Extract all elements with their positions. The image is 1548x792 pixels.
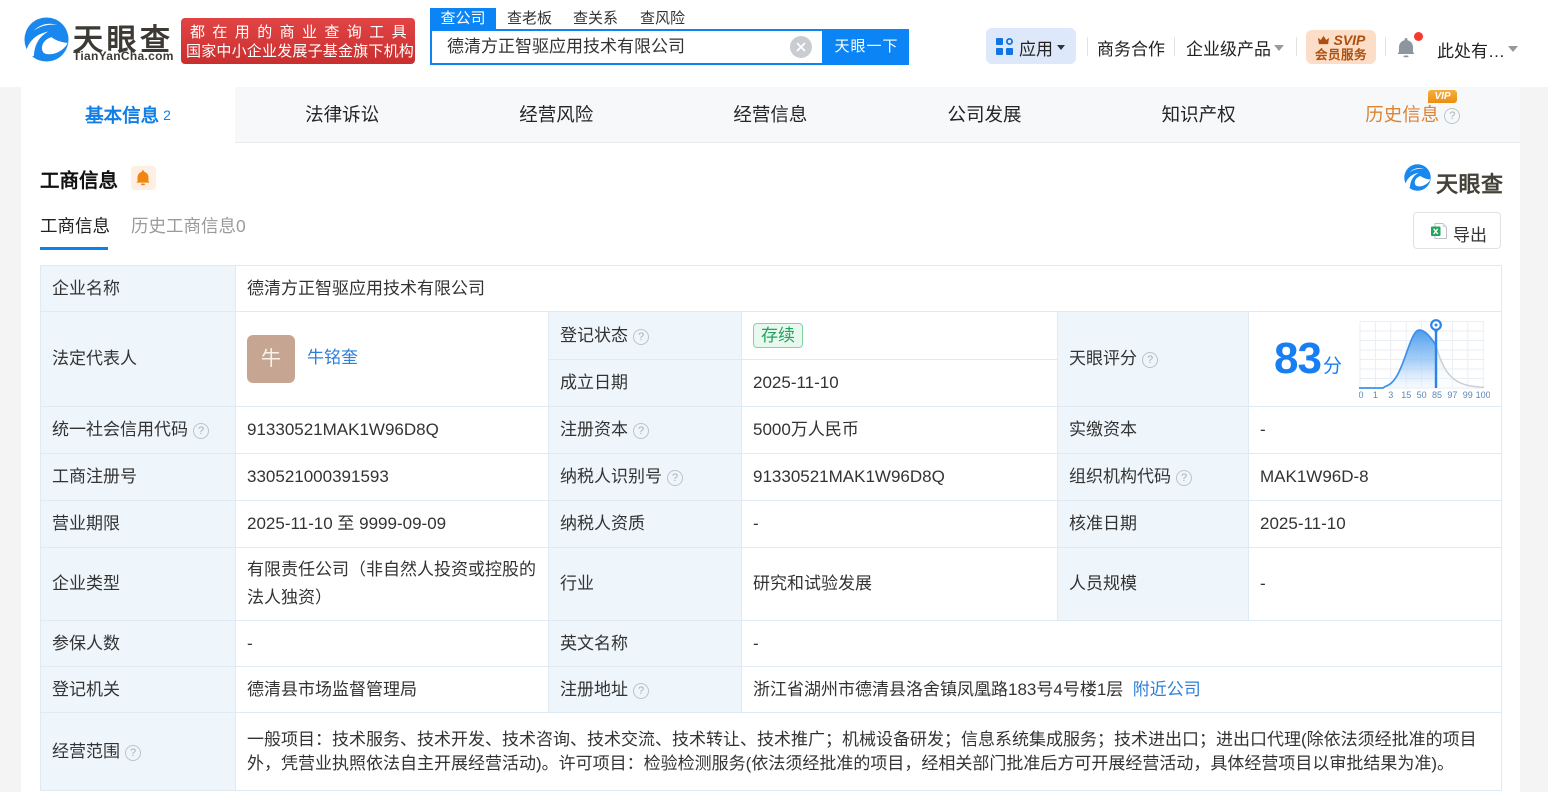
svg-text:3: 3: [1388, 390, 1393, 399]
svg-text:100: 100: [1476, 390, 1490, 399]
svg-text:85: 85: [1432, 390, 1442, 399]
svg-text:1: 1: [1373, 390, 1378, 399]
svg-text:97: 97: [1447, 390, 1457, 399]
svg-text:99: 99: [1463, 390, 1473, 399]
svg-text:15: 15: [1401, 390, 1411, 399]
svg-text:50: 50: [1417, 390, 1427, 399]
svg-text:0: 0: [1359, 390, 1364, 399]
